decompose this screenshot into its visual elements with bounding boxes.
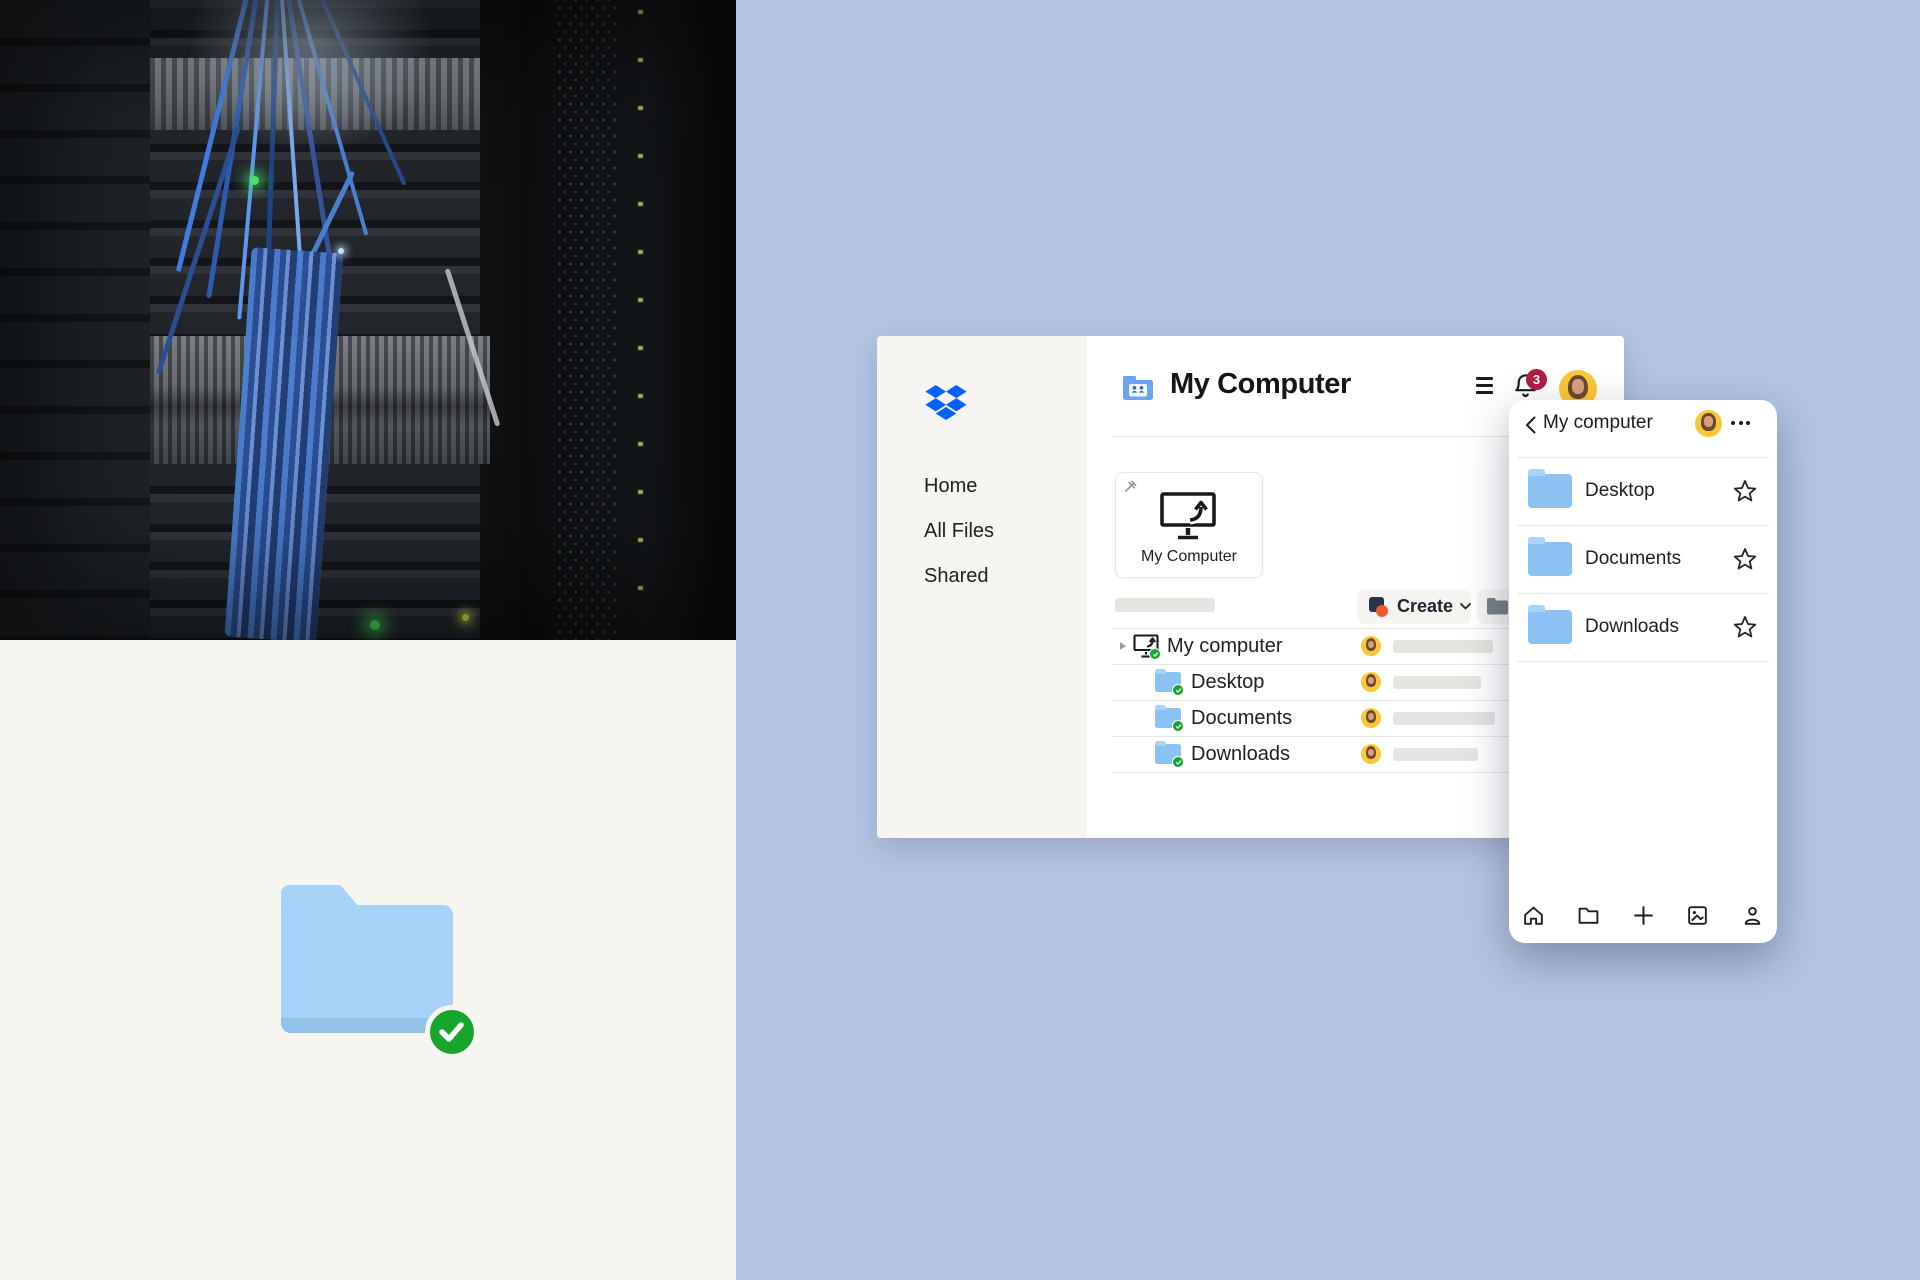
home-icon[interactable]	[1522, 904, 1545, 927]
file-row-desktop[interactable]: Desktop	[1191, 669, 1264, 695]
folder-icon	[1528, 537, 1572, 576]
mobile-row-documents[interactable]: Documents	[1585, 546, 1681, 572]
account-icon[interactable]	[1741, 904, 1764, 927]
computer-sync-icon	[1159, 491, 1219, 548]
file-row-documents[interactable]: Documents	[1191, 705, 1292, 731]
skeleton-bar	[1393, 640, 1493, 653]
star-icon[interactable]	[1733, 615, 1757, 643]
skeleton-bar	[1115, 598, 1215, 612]
notification-badge: 3	[1526, 369, 1547, 390]
dropbox-logo[interactable]	[925, 385, 967, 425]
computer-sync-icon	[1133, 634, 1161, 663]
mobile-bottom-nav	[1509, 895, 1777, 935]
sidebar-item-all-files[interactable]: All Files	[924, 519, 994, 543]
avatar	[1361, 708, 1381, 728]
sidebar: Home All Files Shared	[877, 336, 1087, 838]
folder-icon	[1528, 605, 1572, 644]
sidebar-item-shared[interactable]: Shared	[924, 564, 989, 588]
avatar	[1361, 744, 1381, 764]
folder-icon	[1528, 469, 1572, 508]
folder-sync-icon	[1155, 668, 1184, 696]
star-icon[interactable]	[1733, 479, 1757, 507]
create-button-label: Create	[1396, 596, 1454, 616]
folder-upload-icon	[1486, 598, 1508, 615]
back-chevron-icon[interactable]	[1525, 416, 1536, 439]
dropbox-mobile-panel: My computer Desktop Documents Downloads	[1509, 400, 1777, 943]
avatar	[1361, 636, 1381, 656]
create-button[interactable]: Create	[1357, 589, 1471, 624]
list-divider	[1517, 661, 1769, 662]
create-brand-mark	[1369, 596, 1389, 617]
file-row-my-computer[interactable]: My computer	[1167, 633, 1283, 659]
hamburger-menu-icon[interactable]	[1476, 377, 1493, 398]
photos-icon[interactable]	[1686, 904, 1709, 927]
mobile-row-desktop[interactable]: Desktop	[1585, 478, 1655, 504]
folder-sync-icon	[1155, 704, 1184, 732]
chevron-down-icon	[1460, 603, 1471, 610]
page: { "win": { "sidebar": { "items": ["Home"…	[0, 0, 1920, 1280]
list-divider	[1517, 457, 1769, 458]
skeleton-bar	[1393, 748, 1478, 761]
folder-sync-icon	[1155, 740, 1184, 768]
pin-icon	[1124, 480, 1137, 498]
star-icon[interactable]	[1733, 547, 1757, 575]
shared-folder-icon	[1121, 373, 1155, 408]
overflow-menu-icon[interactable]	[1731, 421, 1750, 425]
list-divider	[1517, 525, 1769, 526]
page-title: My Computer	[1170, 368, 1351, 400]
mobile-row-downloads[interactable]: Downloads	[1585, 614, 1679, 640]
skeleton-bar	[1393, 712, 1495, 725]
synced-folder-illustration	[281, 905, 479, 1059]
server-rack-photo	[0, 0, 736, 640]
folder-icon[interactable]	[1577, 904, 1600, 927]
file-row-downloads[interactable]: Downloads	[1191, 741, 1290, 767]
skeleton-bar	[1393, 676, 1481, 689]
sidebar-item-home[interactable]: Home	[924, 474, 977, 498]
plus-icon[interactable]	[1632, 904, 1655, 927]
avatar	[1361, 672, 1381, 692]
list-divider	[1517, 593, 1769, 594]
check-badge-icon	[425, 1005, 479, 1059]
my-computer-card[interactable]: My Computer	[1115, 472, 1263, 578]
avatar[interactable]	[1695, 410, 1722, 437]
card-label: My Computer	[1140, 548, 1238, 565]
disclosure-caret[interactable]	[1120, 642, 1126, 650]
mobile-title: My computer	[1543, 412, 1653, 433]
